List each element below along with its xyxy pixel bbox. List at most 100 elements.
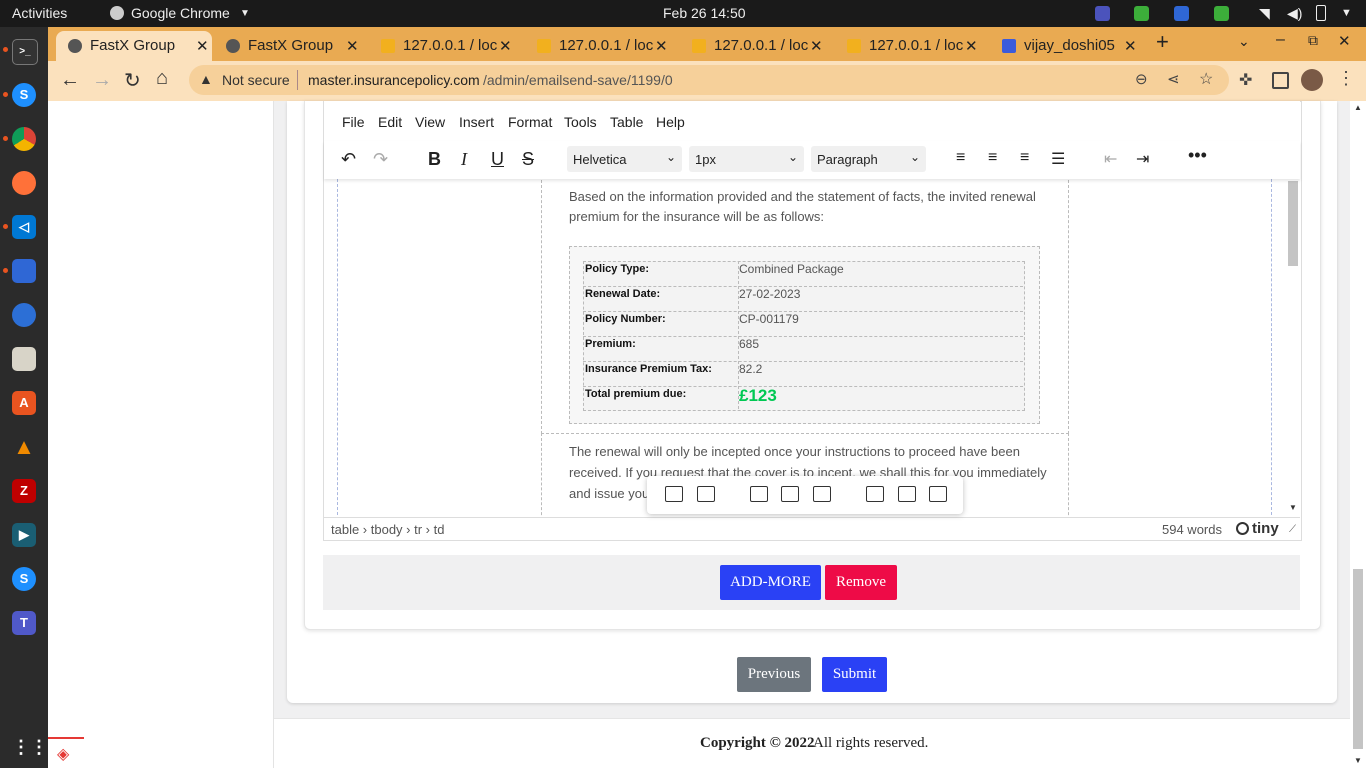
align-justify-icon[interactable]: ☰ [1051, 149, 1065, 169]
editor-content[interactable]: Based on the information provided and th… [325, 179, 1287, 517]
chrome-menu-icon[interactable]: ⋮ [1337, 68, 1355, 89]
menu-file[interactable]: File [342, 114, 365, 130]
italic-icon[interactable]: I [461, 149, 467, 170]
files-icon[interactable] [12, 347, 36, 371]
tab-phpmyadmin-1[interactable]: 127.0.0.1 / loc ✕ [369, 31, 519, 61]
add-more-button[interactable]: ADD-MORE [720, 565, 821, 600]
tab-search-chevron-icon[interactable]: ⌄ [1238, 33, 1250, 63]
page-scrollbar[interactable]: ▲ ▼ [1350, 101, 1366, 768]
forward-arrow-icon[interactable]: → [92, 69, 112, 92]
bluetooth-tray-icon[interactable] [1174, 6, 1189, 21]
activities-button[interactable]: Activities [12, 5, 67, 21]
new-tab-button[interactable]: + [1156, 29, 1180, 59]
delete-column-icon[interactable] [929, 486, 947, 502]
vlc-icon[interactable]: ▲ [12, 435, 36, 459]
minimize-icon[interactable]: ‒ [1276, 31, 1285, 61]
font-size-select[interactable]: 1px ⌄ [689, 146, 804, 172]
system-menu-chevron-icon[interactable]: ▼ [1341, 7, 1352, 19]
word-count[interactable]: 594 words [1162, 522, 1222, 537]
show-apps-grid-icon[interactable]: ⋮⋮ [12, 735, 48, 759]
url-path[interactable]: /admin/emailsend-save/1199/0 [483, 72, 673, 88]
delete-table-icon[interactable] [697, 486, 715, 502]
share-icon[interactable]: ⋖ [1167, 70, 1180, 88]
software-center-icon[interactable]: A [12, 391, 36, 415]
reload-icon[interactable]: ↻ [124, 68, 141, 93]
close-tab-icon[interactable]: ✕ [1124, 37, 1137, 55]
block-format-select[interactable]: Paragraph ⌄ [811, 146, 926, 172]
extensions-puzzle-icon[interactable]: ✜ [1239, 70, 1252, 90]
insert-column-before-icon[interactable] [866, 486, 884, 502]
more-options-icon[interactable]: ••• [1188, 145, 1207, 166]
insert-row-after-icon[interactable] [781, 486, 799, 502]
update-tray-icon[interactable] [1214, 6, 1229, 21]
strikethrough-icon[interactable]: S [522, 149, 534, 170]
bookmark-star-icon[interactable]: ☆ [1199, 69, 1213, 89]
zoom-icon[interactable]: ⊖ [1135, 70, 1148, 88]
font-family-select[interactable]: Helvetica ⌄ [567, 146, 682, 172]
tab-fastx-active[interactable]: FastX Group ✕ [56, 31, 212, 61]
remove-button[interactable]: Remove [825, 565, 897, 600]
terminal-icon[interactable]: >_ [12, 39, 38, 65]
underline-icon[interactable]: U [491, 149, 504, 170]
scroll-up-arrow-icon[interactable]: ▲ [1354, 103, 1362, 112]
address-bar[interactable]: ▲ Not secure master.insurancepolicy.com … [189, 65, 1229, 95]
home-icon[interactable]: ⌂ [156, 67, 168, 90]
editor-scroll-thumb[interactable] [1288, 181, 1298, 266]
table-properties-icon[interactable] [665, 486, 683, 502]
delete-row-icon[interactable] [813, 486, 831, 502]
side-panel-icon[interactable] [1272, 72, 1289, 89]
bluetooth-app-icon[interactable] [12, 259, 36, 283]
profile-avatar[interactable] [1301, 69, 1323, 91]
tiny-brand[interactable]: tiny [1252, 520, 1279, 537]
tab-phpmyadmin-4[interactable]: 127.0.0.1 / loc ✕ [835, 31, 985, 61]
skype-icon[interactable]: S [12, 83, 36, 107]
close-tab-icon[interactable]: ✕ [810, 37, 823, 55]
close-tab-icon[interactable]: ✕ [499, 37, 512, 55]
remote-desktop-icon[interactable]: ▶ [12, 523, 36, 547]
tab-phpmyadmin-3[interactable]: 127.0.0.1 / loc ✕ [680, 31, 830, 61]
teams-icon[interactable]: T [12, 611, 36, 635]
resize-handle-icon[interactable]: ⟋ [1289, 524, 1296, 535]
clock[interactable]: Feb 26 14:50 [663, 5, 746, 21]
page-scroll-thumb[interactable] [1353, 569, 1363, 749]
menu-insert[interactable]: Insert [459, 114, 494, 130]
close-tab-icon[interactable]: ✕ [965, 37, 978, 55]
url-host[interactable]: master.insurancepolicy.com [308, 72, 480, 88]
security-label[interactable]: Not secure [222, 72, 290, 88]
tab-vijay[interactable]: vijay_doshi05 ✕ [990, 31, 1146, 61]
align-left-icon[interactable]: ≡ [956, 149, 965, 167]
check-tray-icon[interactable] [1134, 6, 1149, 21]
back-arrow-icon[interactable]: ← [60, 69, 80, 92]
align-center-icon[interactable]: ≡ [988, 149, 997, 167]
skype-icon[interactable]: S [12, 567, 36, 591]
menu-help[interactable]: Help [656, 114, 685, 130]
tab-fastx[interactable]: FastX Group ✕ [214, 31, 364, 61]
align-right-icon[interactable]: ≡ [1020, 149, 1029, 167]
element-path[interactable]: table › tbody › tr › td [331, 522, 444, 537]
warning-triangle-icon[interactable]: ▲ [199, 71, 213, 87]
bold-icon[interactable]: B [428, 149, 441, 170]
battery-icon[interactable] [1316, 5, 1326, 21]
close-tab-icon[interactable]: ✕ [346, 37, 359, 55]
chrome-icon[interactable] [12, 127, 36, 151]
wifi-icon[interactable]: ◥ [1259, 5, 1270, 22]
menu-format[interactable]: Format [508, 114, 552, 130]
menu-edit[interactable]: Edit [378, 114, 402, 130]
vscode-icon[interactable]: ◁ [12, 215, 36, 239]
insert-column-after-icon[interactable] [898, 486, 916, 502]
close-tab-icon[interactable]: ✕ [196, 37, 209, 55]
bottom-app-tile[interactable]: ◈ [48, 737, 84, 770]
insert-row-before-icon[interactable] [750, 486, 768, 502]
volume-icon[interactable]: ◀) [1287, 5, 1302, 22]
redo-icon[interactable]: ↷ [373, 149, 388, 170]
submit-button[interactable]: Submit [822, 657, 887, 692]
undo-icon[interactable]: ↶ [341, 149, 356, 170]
close-window-icon[interactable]: ✕ [1338, 32, 1351, 62]
menu-view[interactable]: View [415, 114, 445, 130]
indent-icon[interactable]: ⇥ [1136, 149, 1149, 169]
scroll-down-arrow-icon[interactable]: ▼ [1289, 503, 1297, 512]
app-menu[interactable]: Google Chrome [131, 5, 230, 21]
outdent-icon[interactable]: ⇤ [1104, 149, 1117, 169]
filezilla-icon[interactable]: Z [12, 479, 36, 503]
tab-phpmyadmin-2[interactable]: 127.0.0.1 / loc ✕ [525, 31, 675, 61]
